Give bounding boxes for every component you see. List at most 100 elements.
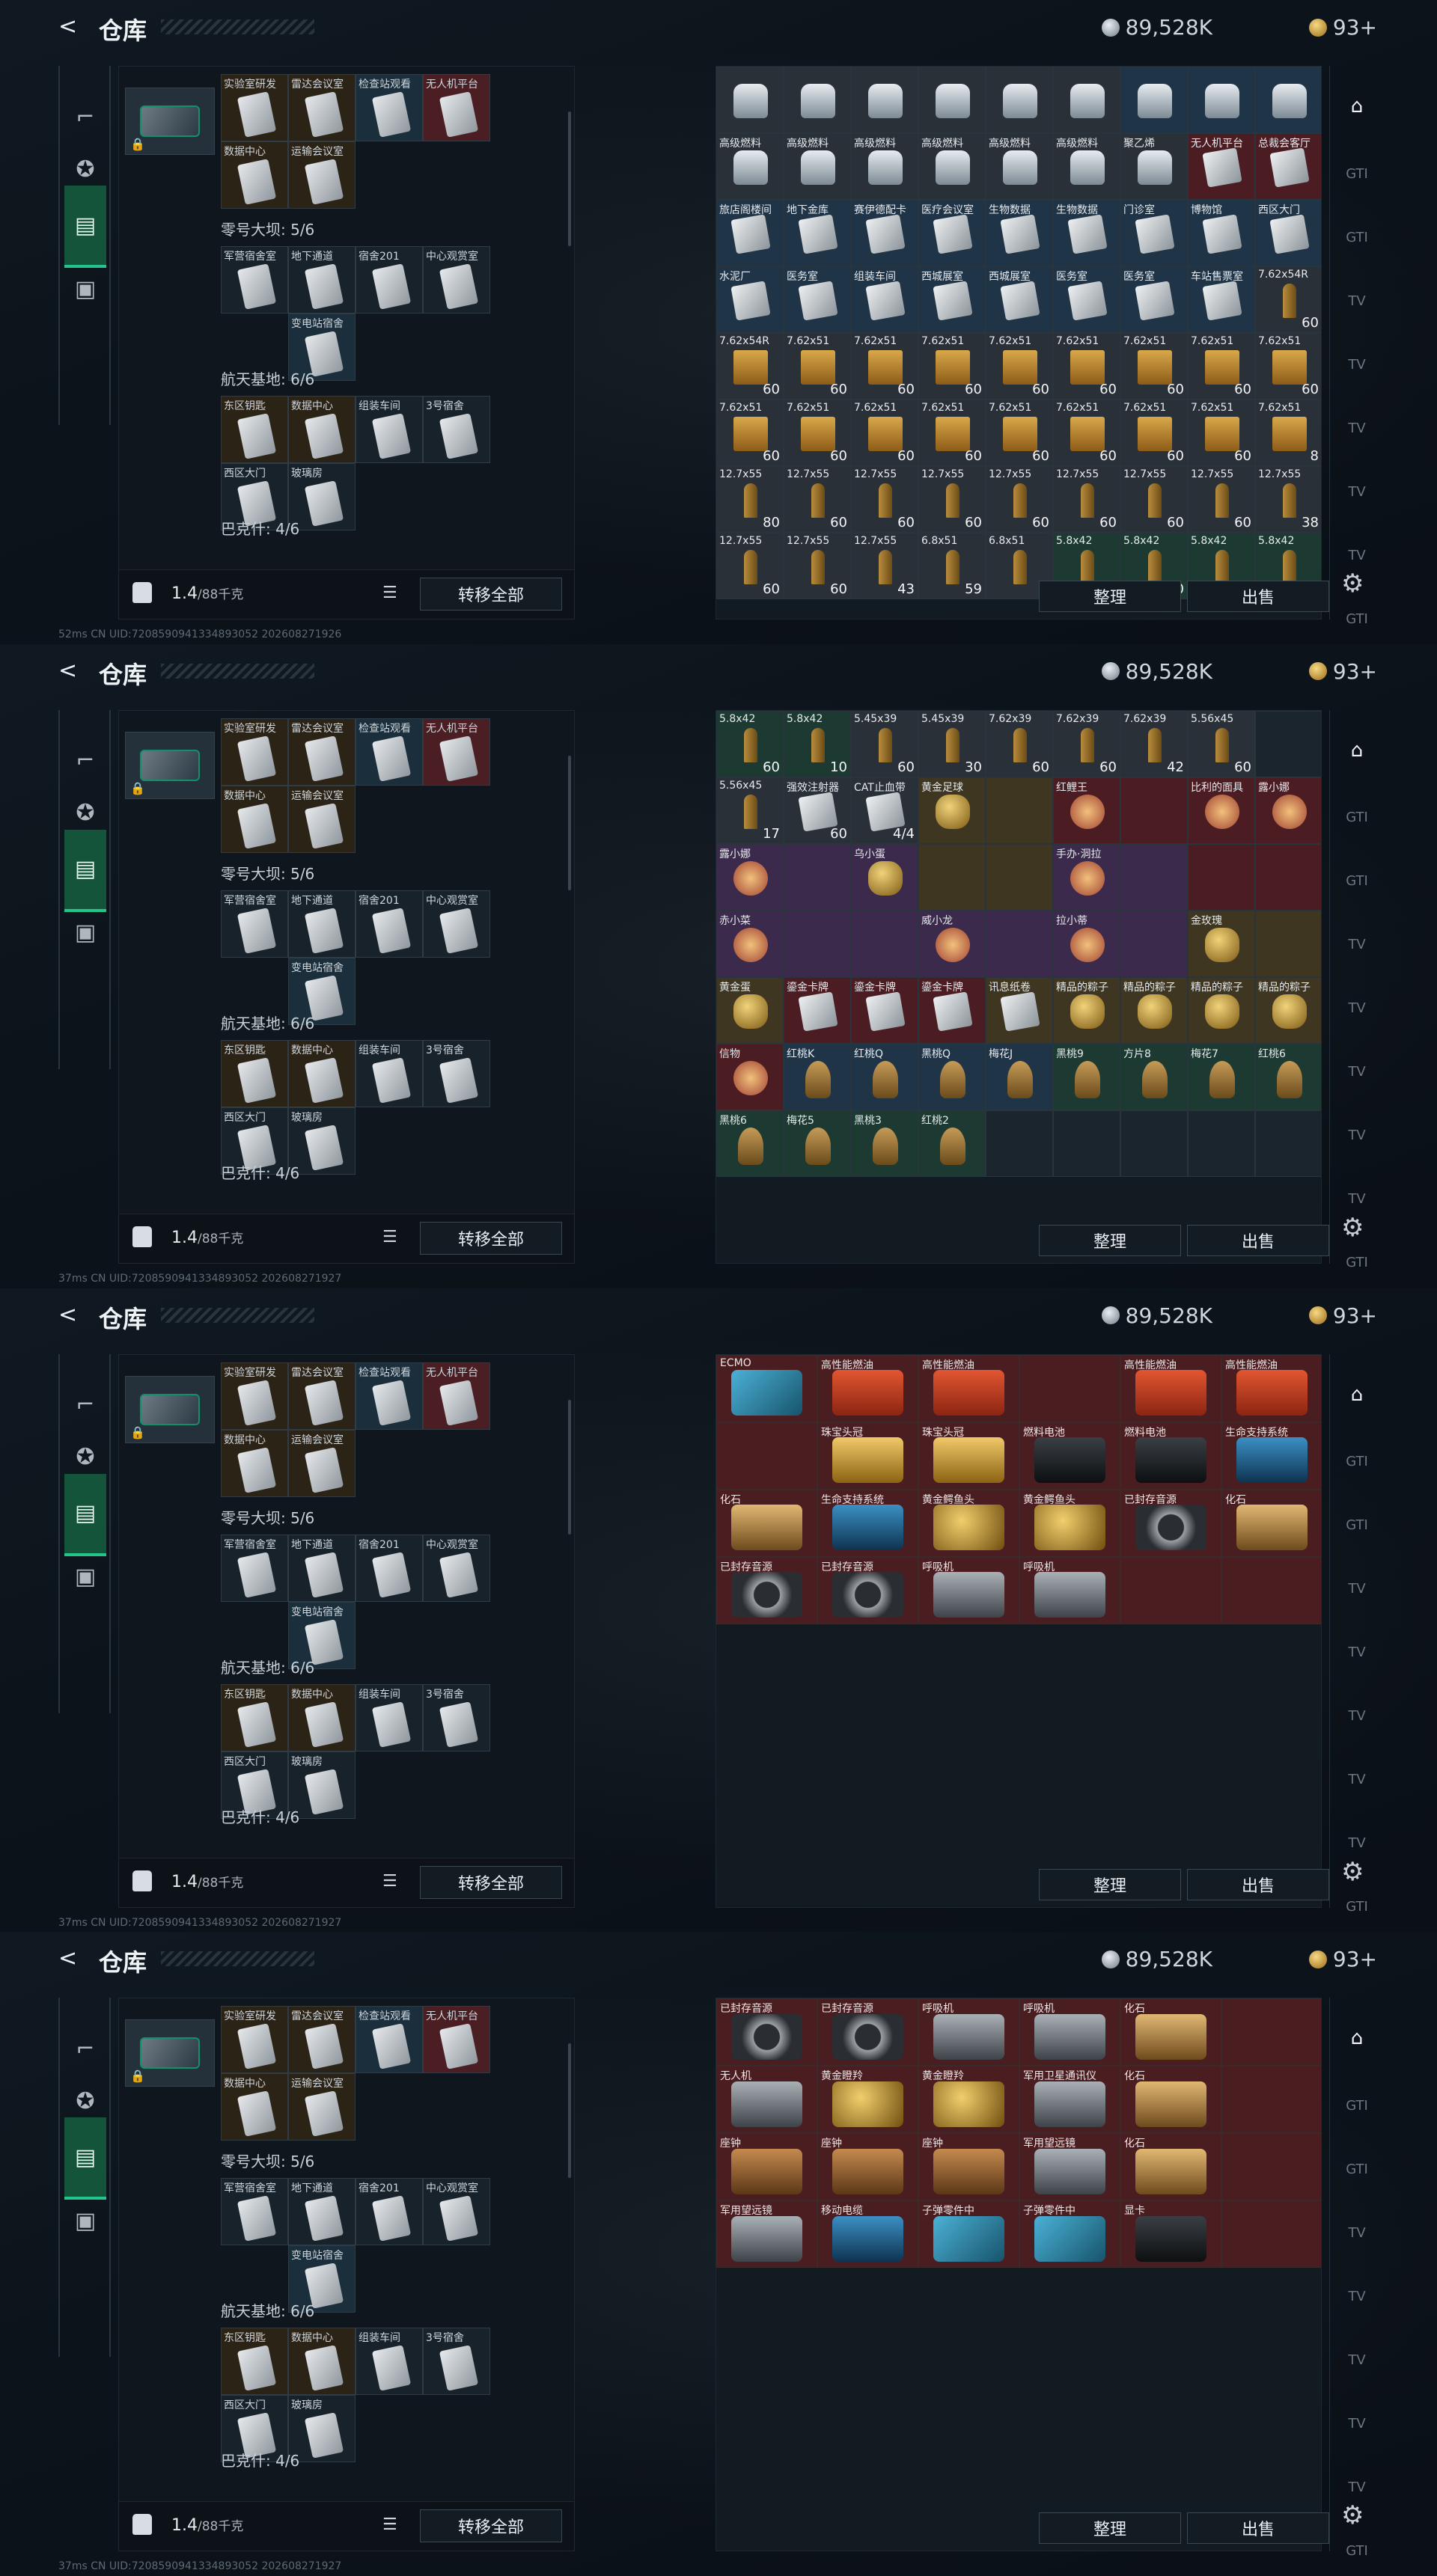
storage-tab-icon[interactable]: TV <box>1337 283 1376 319</box>
key-slot[interactable]: 数据中心 <box>288 1039 356 1107</box>
valuable-item[interactable]: 黄金瞪羚 <box>817 2066 918 2134</box>
silver-currency[interactable]: 89,528K <box>1101 659 1212 684</box>
storage-tab-icon[interactable]: TV <box>1337 2469 1376 2505</box>
key-slot[interactable]: 中心观赏室 <box>423 246 490 313</box>
inventory-item[interactable]: 比利的面具 <box>1188 777 1255 844</box>
valuable-item[interactable]: 高性能燃油 <box>918 1354 1019 1422</box>
sell-button[interactable]: 出售 <box>1187 581 1329 612</box>
valuable-item[interactable]: 化石 <box>1120 2133 1221 2201</box>
settings-gear-icon[interactable]: ⚙ <box>1341 569 1364 599</box>
storage-tab-icon[interactable]: TV <box>1337 2215 1376 2251</box>
valuable-item[interactable]: 显卡 <box>1120 2200 1221 2268</box>
inventory-item[interactable]: 医务室 <box>1120 266 1188 333</box>
storage-tab-icon[interactable]: TV <box>1337 1054 1376 1090</box>
valuable-item[interactable]: ECMO <box>716 1354 817 1422</box>
key-slot[interactable]: 数据中心 <box>221 1429 288 1497</box>
key-slot[interactable]: 中心观赏室 <box>423 890 490 958</box>
key-slot[interactable]: 军营宿舍室 <box>221 246 288 313</box>
valuable-item[interactable]: 生命支持系统 <box>817 1489 918 1557</box>
valuable-item[interactable]: 呼吸机 <box>918 1556 1019 1624</box>
inventory-item[interactable]: 5.8x42 10 <box>784 710 851 777</box>
valuable-item[interactable]: 高性能燃油 <box>1221 1354 1321 1422</box>
inventory-item[interactable]: 鎏金卡牌 <box>918 976 986 1044</box>
medal-icon[interactable]: ✪ <box>64 1437 106 1478</box>
inventory-item[interactable]: 高级燃料 <box>918 133 986 200</box>
key-slot[interactable]: 数据中心 <box>221 785 288 853</box>
move-all-button[interactable]: 转移全部 <box>420 578 562 611</box>
key-slot[interactable]: 检查站观看 <box>356 718 423 786</box>
key-slot[interactable]: 数据中心 <box>288 2328 356 2396</box>
inventory-item[interactable]: 红桃K <box>784 1043 851 1110</box>
pistol-icon[interactable]: ⌐ <box>64 740 106 782</box>
storage-tab-icon[interactable]: TV <box>1337 346 1376 382</box>
key-slot[interactable]: 数据中心 <box>221 2073 288 2141</box>
valuable-item[interactable]: 化石 <box>1120 1998 1221 2066</box>
valuable-item[interactable]: 生命支持系统 <box>1221 1422 1321 1490</box>
sort-button[interactable]: 整理 <box>1039 2512 1181 2545</box>
inventory-item[interactable]: 7.62x39 42 <box>1120 710 1188 777</box>
inventory-item[interactable]: 12.7x55 60 <box>918 466 986 533</box>
key-slot[interactable]: 3号宿舍 <box>423 2328 490 2396</box>
valuable-item[interactable]: 已封存音源 <box>817 1556 918 1624</box>
warehouse-home-icon[interactable]: ⌂ <box>1337 732 1376 768</box>
storage-tab-icon[interactable]: GTI <box>1337 1245 1376 1281</box>
gold-currency[interactable]: 93+ <box>1308 15 1377 40</box>
inventory-item[interactable]: 5.56x45 17 <box>716 777 784 844</box>
key-slot[interactable]: 运输会议室 <box>288 1429 356 1497</box>
inventory-item[interactable]: 生物数据 <box>1053 200 1120 266</box>
storage-tab-icon[interactable]: GTI <box>1337 601 1376 637</box>
inventory-item[interactable]: 精品的粽子 <box>1255 976 1321 1044</box>
key-slot[interactable]: 雷达会议室 <box>288 1362 356 1430</box>
key-slot[interactable]: 实验室研发 <box>221 1362 288 1430</box>
valuable-item[interactable]: 座钟 <box>716 2133 817 2201</box>
valuable-item[interactable]: 呼吸机 <box>1019 1556 1120 1624</box>
valuable-item[interactable]: 已封存音源 <box>817 1998 918 2066</box>
storage-tab-icon[interactable]: TV <box>1337 1181 1376 1217</box>
inventory-item[interactable]: 黑桃6 <box>716 1110 784 1177</box>
valuable-item[interactable]: 珠宝头冠 <box>817 1422 918 1490</box>
storage-tab-icon[interactable]: GTI <box>1337 1889 1376 1925</box>
inventory-item[interactable] <box>851 67 918 133</box>
valuable-item[interactable]: 座钟 <box>817 2133 918 2201</box>
inventory-item[interactable]: 强效注射器 60 <box>784 777 851 844</box>
key-slot[interactable]: 东区钥匙 <box>221 1039 288 1107</box>
medal-icon[interactable]: ✪ <box>64 792 106 834</box>
key-slot[interactable]: 检查站观看 <box>356 2006 423 2074</box>
inventory-item[interactable]: 医疗会议室 <box>918 200 986 266</box>
inventory-item[interactable]: 7.62x54R 60 <box>716 333 784 400</box>
key-slot[interactable]: 雷达会议室 <box>288 2006 356 2074</box>
valuable-item[interactable]: 军用卫星通讯仪 <box>1019 2066 1120 2134</box>
inventory-item[interactable]: 7.62x39 60 <box>1053 710 1120 777</box>
inventory-item[interactable]: 车站售票室 <box>1188 266 1255 333</box>
main-keycard-slot[interactable]: 🔒 <box>125 731 215 799</box>
inventory-item[interactable]: 方片8 <box>1120 1043 1188 1110</box>
storage-tab-icon[interactable]: TV <box>1337 2342 1376 2378</box>
valuable-item[interactable]: 高性能燃油 <box>1120 1354 1221 1422</box>
key-slot[interactable]: 中心观赏室 <box>423 1534 490 1602</box>
silver-currency[interactable]: 89,528K <box>1101 1947 1212 1971</box>
key-slot[interactable]: 运输会议室 <box>288 785 356 853</box>
storage-tab-icon[interactable]: TV <box>1337 410 1376 446</box>
inventory-item[interactable]: 精品的粽子 <box>1188 976 1255 1044</box>
inventory-item[interactable]: 拉小蒂 <box>1053 910 1120 977</box>
inventory-item[interactable]: 精品的粽子 <box>1053 976 1120 1044</box>
inventory-item[interactable]: 12.7x55 60 <box>851 466 918 533</box>
inventory-item[interactable] <box>1255 67 1321 133</box>
briefcase-icon[interactable]: ▣ <box>64 268 106 310</box>
inventory-item[interactable]: 红鲤王 <box>1053 777 1120 844</box>
key-slot[interactable]: 3号宿舍 <box>423 1683 490 1752</box>
inventory-item[interactable]: 赛伊德配卡 <box>851 200 918 266</box>
gold-currency[interactable]: 93+ <box>1308 1303 1377 1328</box>
inventory-item[interactable]: 7.62x51 60 <box>851 333 918 400</box>
valuable-item[interactable]: 燃料电池 <box>1120 1422 1221 1490</box>
inventory-item[interactable]: 乌小蛋 <box>851 843 918 911</box>
pistol-icon[interactable]: ⌐ <box>64 1384 106 1426</box>
inventory-item[interactable]: 高级燃料 <box>716 133 784 200</box>
valuable-item[interactable]: 座钟 <box>918 2133 1019 2201</box>
key-slot[interactable]: 东区钥匙 <box>221 2328 288 2396</box>
inventory-item[interactable]: 露小娜 <box>1255 777 1321 844</box>
gold-currency[interactable]: 93+ <box>1308 1947 1377 1971</box>
inventory-item[interactable]: 医务室 <box>784 266 851 333</box>
key-slot[interactable]: 实验室研发 <box>221 2006 288 2074</box>
key-slot[interactable]: 运输会议室 <box>288 2073 356 2141</box>
